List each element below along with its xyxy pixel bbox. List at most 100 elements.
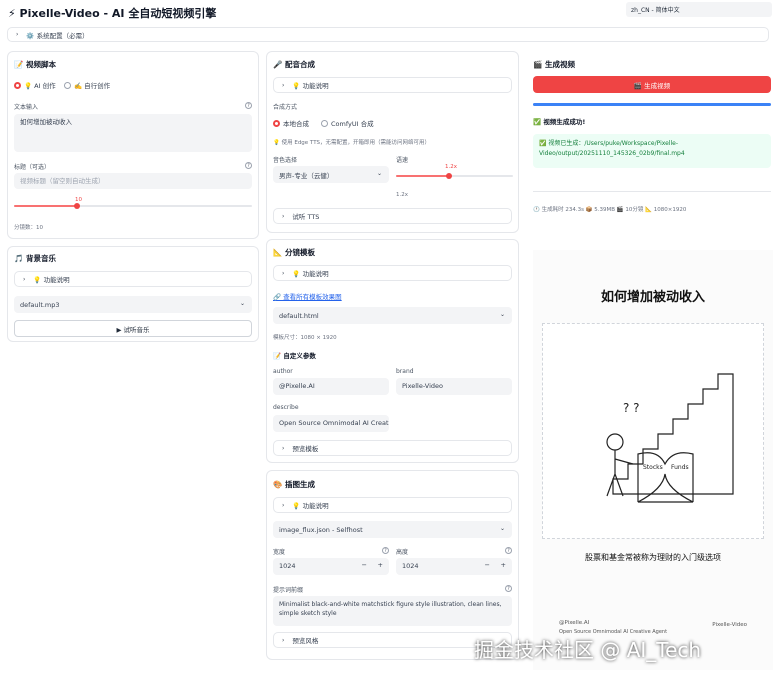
scenes-label: 分镜数：10 [14, 225, 43, 231]
prompt-input[interactable]: Minimalist black-and-white matchstick fi… [273, 596, 512, 626]
radio-off-icon [64, 81, 71, 89]
progress-bar-fill [533, 103, 771, 106]
chevron-down-icon: ⌄ [499, 525, 505, 532]
voice-label: 音色选择 [273, 157, 298, 164]
tts-preview-label: 试听 TTS [292, 213, 320, 221]
tts-help-label: 💡 功能说明 [292, 82, 329, 90]
bgm-title: 🎵 背景音乐 [14, 254, 56, 263]
tts-title: 🎤 配音合成 [273, 60, 315, 69]
decrement-icon[interactable]: − [362, 561, 367, 570]
custom-params-title: 📝 自定义参数 [273, 352, 316, 360]
storyboard-help-label: 💡 功能说明 [292, 270, 329, 278]
height-value: 1024 [402, 562, 419, 570]
book-left-label: Stocks [643, 464, 663, 471]
height-label: 高度 [396, 549, 409, 556]
chevron-right-icon: › [282, 501, 285, 509]
speed-slider-knob[interactable] [445, 173, 452, 179]
speed-label: 语速 [396, 157, 409, 164]
chevron-right-icon: › [282, 212, 285, 220]
generate-button[interactable]: 🎬 生成视频 [533, 76, 771, 93]
template-preview-expander[interactable]: › 预览模板 [273, 440, 512, 456]
height-input[interactable]: 1024 − + [396, 558, 512, 575]
video-title: 如何增加被动收入 [600, 290, 705, 305]
script-title: 📝 视频脚本 [14, 60, 56, 69]
mode-ai-radio[interactable]: 💡 AI 创作 [14, 80, 56, 90]
template-preview-label: 预览模板 [292, 445, 319, 453]
help-icon[interactable]: ? [505, 585, 512, 592]
brand-label: brand [396, 368, 414, 375]
speed-value: 1.2x [445, 164, 458, 170]
decrement-icon[interactable]: − [485, 561, 490, 570]
author-input[interactable]: @Pixelle.AI [273, 378, 389, 395]
chevron-right-icon: › [282, 269, 285, 277]
template-select-value: default.html [279, 311, 319, 320]
describe-input[interactable]: Open Source Omnimodal AI Creative [273, 415, 389, 432]
method-label: 合成方式 [273, 104, 298, 111]
increment-icon[interactable]: + [501, 561, 506, 570]
chevron-down-icon: ⌄ [376, 170, 382, 177]
help-icon[interactable]: ? [245, 162, 252, 169]
scene-slider-knob[interactable] [74, 203, 80, 209]
image-help-label: 💡 功能说明 [292, 502, 329, 510]
video-brand: Pixelle-Video [712, 622, 747, 628]
illustration-image: ? ? Stocks Funds [606, 373, 734, 503]
chevron-down-icon: ⌄ [499, 311, 505, 318]
tts-preview-expander[interactable]: › 试听 TTS [273, 208, 512, 224]
speed-slider-fill [396, 175, 449, 177]
watermark: 掘金技术社区 @ AI_Tech [474, 638, 702, 662]
system-config-label: ⚙️ 系统配置（必需） [26, 31, 89, 40]
progress-bar-track [533, 103, 771, 106]
bgm-help-label: 💡 功能说明 [33, 276, 70, 284]
image-help-expander[interactable]: › 💡 功能说明 [273, 497, 512, 513]
comfy-radio[interactable]: ComfyUI 合成 [321, 118, 374, 128]
speed-min: 1.2x [396, 192, 409, 198]
storyboard-help-expander[interactable]: › 💡 功能说明 [273, 265, 512, 281]
video-author: @Pixelle.AI [559, 620, 590, 626]
chevron-right-icon: › [282, 636, 285, 644]
video-preview[interactable]: 如何增加被动收入 ? ? Stocks Funds 股票和基金常被称为理财的入门… [533, 250, 773, 670]
help-icon[interactable]: ? [505, 547, 512, 554]
mode-custom-label: ✍️ 自行创作 [74, 82, 111, 90]
bgm-select[interactable]: default.mp3 ⌄ [14, 296, 252, 313]
local-label: 本地合成 [283, 120, 309, 128]
chevron-right-icon: › [16, 31, 19, 38]
success-status: ✅ 视频生成成功! [533, 118, 586, 126]
tts-help-expander[interactable]: › 💡 功能说明 [273, 77, 512, 93]
help-icon[interactable]: ? [382, 547, 389, 554]
chevron-down-icon: ⌄ [239, 300, 245, 307]
illustration-frame: ? ? Stocks Funds [542, 323, 764, 539]
workflow-select[interactable]: image_flux.json - Selfhost ⌄ [273, 521, 512, 538]
bgm-help-expander[interactable]: › 💡 功能说明 [14, 271, 252, 287]
language-select[interactable]: zh_CN - 简体中文 [626, 2, 772, 17]
width-input[interactable]: 1024 − + [273, 558, 389, 575]
brand-input[interactable]: Pixelle-Video [396, 378, 512, 395]
bgm-preview-button[interactable]: ▶ 试听音乐 [14, 320, 252, 337]
increment-icon[interactable]: + [378, 561, 383, 570]
comfy-label: ComfyUI 合成 [331, 120, 374, 128]
voice-select[interactable]: 男声-专业（云健） ⌄ [273, 166, 389, 183]
prompt-label: 提示词前缀 [273, 587, 304, 594]
style-preview-label: 预览风格 [292, 637, 319, 645]
system-config-expander[interactable]: › ⚙️ 系统配置（必需） [7, 27, 769, 42]
book-right-label: Funds [671, 464, 689, 471]
divider [533, 191, 771, 192]
template-select[interactable]: default.html ⌄ [273, 307, 512, 324]
mode-custom-radio[interactable]: ✍️ 自行创作 [64, 80, 110, 90]
radio-off-icon [321, 119, 328, 127]
bgm-preview-label: ▶ 试听音乐 [116, 325, 150, 334]
radio-on-icon [14, 81, 21, 89]
image-gen-title: 🎨 插图生成 [273, 480, 315, 489]
language-select-value: zh_CN - 简体中文 [631, 7, 680, 14]
local-radio[interactable]: 本地合成 [273, 118, 309, 128]
caption-input[interactable]: 视频标题（留空则自动生成） [14, 173, 252, 189]
output-title: 🎬 生成视频 [533, 60, 575, 69]
mode-ai-label: 💡 AI 创作 [24, 82, 56, 90]
output-path: ✅ 视频已生成：/Users/puke/Workspace/Pixelle-Vi… [539, 140, 685, 157]
text-input[interactable]: 如何增加被动收入 [14, 114, 252, 152]
template-preview-link[interactable]: 🔗 查看所有模板效果图 [273, 291, 342, 301]
output-stats: 🕐 生成耗时 234.3s 📦 5.39MB 🎬 10分镜 📐 1080×192… [533, 207, 687, 213]
author-label: author [273, 368, 293, 375]
scene-slider-fill [14, 205, 77, 207]
help-icon[interactable]: ? [245, 102, 252, 109]
caption-label: 标题（可选） [14, 164, 51, 171]
